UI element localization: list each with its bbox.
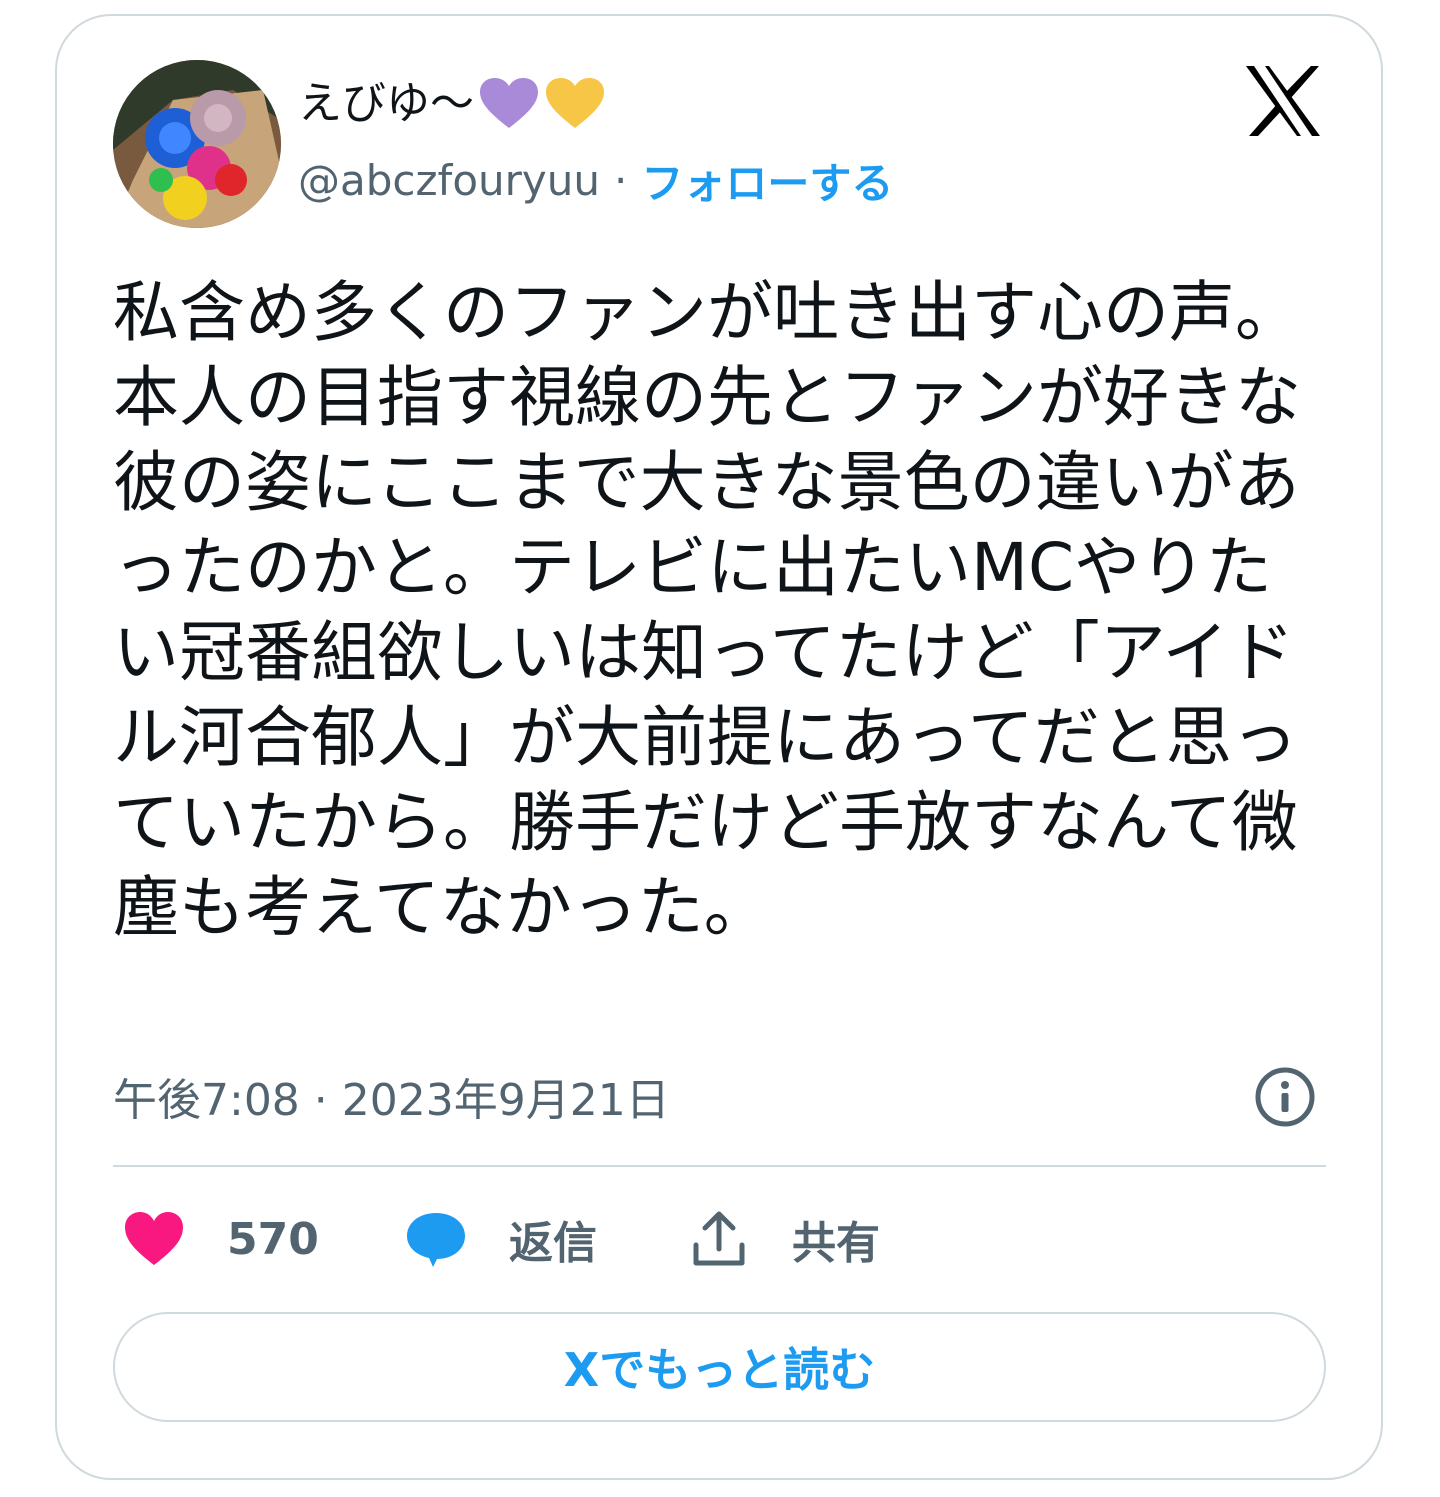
user-handle[interactable]: @abczfouryuu: [298, 156, 600, 205]
tweet-timestamp[interactable]: 午後7:08 · 2023年9月21日: [113, 1066, 670, 1126]
info-icon[interactable]: [1254, 1066, 1316, 1128]
divider: [113, 1165, 1326, 1167]
display-name-row[interactable]: えびゆ〜: [298, 72, 606, 136]
follow-button[interactable]: フォローする: [641, 150, 893, 211]
speech-bubble-icon: [405, 1209, 467, 1269]
share-label: 共有: [792, 1218, 880, 1269]
like-button[interactable]: 570: [123, 1206, 319, 1272]
avatar[interactable]: [113, 60, 281, 228]
separator-dot: ·: [614, 155, 628, 205]
yellow-heart-icon: [544, 76, 606, 132]
handle-row: @abczfouryuu · フォローする: [298, 150, 893, 210]
heart-icon: [123, 1209, 185, 1269]
share-button[interactable]: 共有: [688, 1206, 880, 1272]
share-upload-icon: [688, 1209, 750, 1269]
display-name[interactable]: えびゆ〜: [298, 72, 474, 136]
read-more-on-x-button[interactable]: Xでもっと読む: [113, 1312, 1326, 1422]
like-count: 570: [227, 1213, 319, 1265]
reply-label: 返信: [509, 1218, 597, 1269]
reply-button[interactable]: 返信: [405, 1206, 597, 1272]
x-logo-icon[interactable]: [1243, 64, 1323, 138]
tweet-text: 私含め多くのファンが吐き出す心の声。本人の目指す視線の先とファンが好きな彼の姿に…: [113, 274, 1301, 946]
purple-heart-icon: [478, 76, 540, 132]
